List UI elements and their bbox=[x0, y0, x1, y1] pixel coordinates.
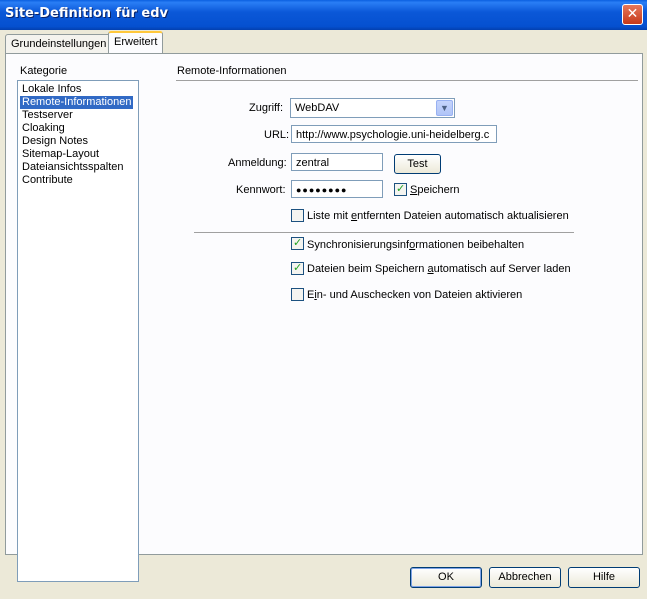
ok-button[interactable]: OK bbox=[410, 567, 482, 588]
category-item-design-notes[interactable]: Design Notes bbox=[20, 135, 90, 148]
sync-label: Synchronisierungsinformationen beibehalt… bbox=[307, 239, 524, 251]
anmeldung-label: Anmeldung: bbox=[228, 157, 287, 169]
speichern-label: Speichern bbox=[410, 184, 460, 196]
category-item-sitemap-layout[interactable]: Sitemap-Layout bbox=[20, 148, 101, 161]
autoupload-text-pre: Dateien beim Speichern bbox=[307, 263, 428, 275]
speichern-checkbox[interactable] bbox=[394, 182, 407, 196]
speichern-text: peichern bbox=[417, 184, 460, 196]
options-divider bbox=[194, 232, 574, 233]
checkinout-checkbox[interactable] bbox=[291, 288, 304, 301]
liste-checkbox[interactable] bbox=[291, 209, 304, 222]
checkinout-label: Ein- und Auschecken von Dateien aktivier… bbox=[307, 289, 522, 301]
zugriff-label: Zugriff: bbox=[249, 102, 284, 114]
sync-checkbox[interactable] bbox=[291, 236, 304, 250]
help-button[interactable]: Hilfe bbox=[568, 567, 640, 588]
tab-erweitert[interactable]: Erweitert bbox=[108, 31, 164, 53]
test-button[interactable]: Test bbox=[394, 154, 441, 174]
window-title: Site-Definition für edv bbox=[5, 6, 169, 21]
zugriff-select[interactable]: WebDAV ▼ bbox=[290, 98, 455, 118]
kennwort-label: Kennwort: bbox=[236, 184, 286, 196]
category-item-cloaking[interactable]: Cloaking bbox=[20, 122, 67, 135]
section-heading: Remote-Informationen bbox=[177, 65, 287, 77]
section-divider bbox=[176, 80, 638, 81]
category-list[interactable]: Lokale Infos Remote-Informationen Testse… bbox=[17, 80, 139, 582]
category-heading: Kategorie bbox=[20, 65, 68, 77]
category-item-lokale-infos[interactable]: Lokale Infos bbox=[20, 83, 83, 96]
category-item-dateiansichtsspalten[interactable]: Dateiansichtsspalten bbox=[20, 161, 126, 174]
close-icon[interactable]: ✕ bbox=[622, 4, 643, 25]
url-input[interactable]: http://www.psychologie.uni-heidelberg.c bbox=[291, 125, 497, 143]
liste-label: Liste mit entfernten Dateien automatisch… bbox=[307, 210, 569, 222]
sync-text-post: rmationen beibehalten bbox=[415, 239, 525, 251]
zugriff-value: WebDAV bbox=[295, 102, 340, 114]
title-bar: Site-Definition für edv ✕ bbox=[0, 0, 647, 30]
liste-text-post: ntfernten Dateien automatisch aktualisie… bbox=[357, 210, 569, 222]
cancel-button[interactable]: Abbrechen bbox=[489, 567, 561, 588]
tab-grundeinstellungen[interactable]: Grundeinstellungen bbox=[5, 34, 113, 53]
password-input[interactable]: ●●●●●●●● bbox=[291, 180, 383, 198]
category-item-contribute[interactable]: Contribute bbox=[20, 174, 75, 187]
autoupload-label: Dateien beim Speichern automatisch auf S… bbox=[307, 263, 571, 275]
sync-text-pre: Synchronisierungsinf bbox=[307, 239, 410, 251]
category-item-remote-informationen[interactable]: Remote-Informationen bbox=[20, 96, 134, 109]
autoupload-checkbox[interactable] bbox=[291, 261, 304, 275]
url-label: URL: bbox=[264, 129, 290, 141]
liste-text-pre: Liste mit bbox=[307, 210, 352, 222]
chevron-down-icon[interactable]: ▼ bbox=[436, 100, 453, 116]
checkinout-text-post: n- und Auschecken von Dateien aktivieren bbox=[316, 289, 523, 301]
autoupload-text-post: utomatisch auf Server laden bbox=[433, 263, 571, 275]
anmeldung-input[interactable]: zentral bbox=[291, 153, 383, 171]
category-item-testserver[interactable]: Testserver bbox=[20, 109, 75, 122]
